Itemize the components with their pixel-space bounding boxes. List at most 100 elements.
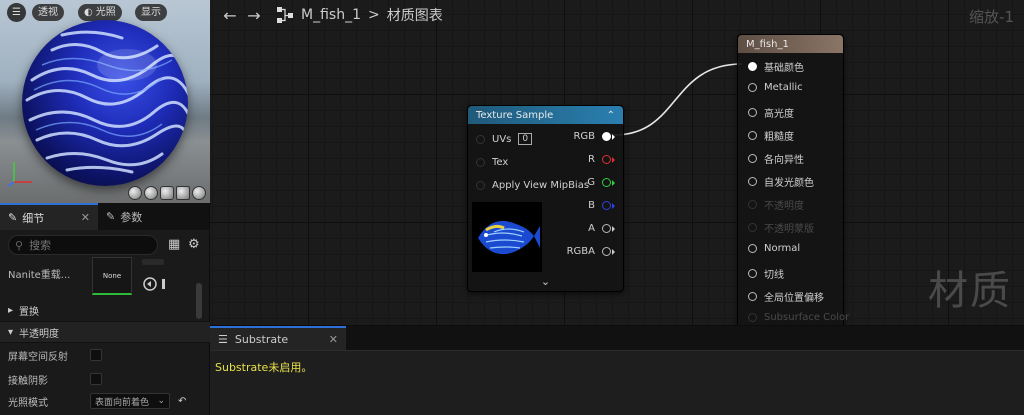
ssr-checkbox[interactable]	[90, 349, 102, 361]
subsurface-label: Subsurface Color	[764, 312, 850, 323]
a-output-row[interactable]: A	[588, 223, 615, 234]
wpo-pin[interactable]	[748, 292, 757, 301]
material-editor: ☰ 透视 ◐ 光照 显示 ✎ 细节 ✕ ✎ 参数 ⚲ 搜索 ▦ ⚙ Nanite…	[0, 0, 1024, 415]
tab-parameters[interactable]: ✎ 参数	[98, 203, 150, 230]
specular-pin-row[interactable]: 高光度	[748, 105, 794, 120]
rgba-output-row[interactable]: RGBA	[567, 246, 615, 257]
tab-parameters-label: 参数	[120, 210, 143, 224]
r-output-pin[interactable]	[602, 155, 611, 164]
lighting-mode-row: 光照模式 表面向前着色 ⌄ ↶	[0, 392, 205, 410]
wpo-label: 全局位置偏移	[764, 293, 824, 304]
lit-label: 光照	[95, 7, 116, 18]
metallic-pin[interactable]	[748, 83, 757, 92]
mipbias-pin-icon[interactable]	[476, 181, 485, 190]
sphere-pattern	[25, 30, 188, 174]
b-output-label: B	[588, 200, 595, 211]
material-result-node[interactable]: M_fish_1 基础颜色 Metallic 高光度 粗糙度 各向异性 自发光颜…	[737, 34, 849, 325]
nanite-override-value: None	[102, 271, 122, 280]
r-output-label: R	[588, 154, 595, 165]
base-color-pin[interactable]	[748, 62, 757, 71]
browse-icon[interactable]	[162, 279, 165, 289]
roughness-pin-row[interactable]: 粗糙度	[748, 128, 794, 143]
normal-pin-row[interactable]: Normal	[748, 243, 800, 254]
details-search[interactable]: ⚲	[8, 235, 158, 255]
material-graph[interactable]: ← → M_fish_1 > 材质图表 缩放-1 材质 Texture Samp…	[210, 0, 1024, 325]
texture-sample-header[interactable]: Texture Sample ⌃	[468, 106, 623, 124]
contact-shadow-checkbox[interactable]	[90, 373, 102, 385]
tex-pin-row[interactable]: Tex	[476, 157, 508, 168]
b-output-pin[interactable]	[602, 201, 611, 210]
table-view-icon[interactable]: ▦	[168, 237, 180, 252]
chevron-right-icon: ▸	[8, 304, 14, 316]
gear-icon[interactable]: ⚙	[188, 237, 200, 252]
tab-details-label: 细节	[22, 211, 45, 225]
base-color-pin-row[interactable]: 基础颜色	[748, 59, 804, 74]
texture-sample-node[interactable]: Texture Sample ⌃ UVs 0 Tex Apply View Mi…	[467, 105, 624, 292]
anisotropy-label: 各向异性	[764, 155, 804, 166]
teapot-icon[interactable]	[192, 186, 206, 200]
lighting-mode-select[interactable]: 表面向前着色 ⌄	[90, 393, 170, 409]
ssr-label: 屏幕空间反射	[8, 351, 68, 363]
list-icon: ☰	[218, 332, 228, 346]
a-output-pin[interactable]	[602, 224, 611, 233]
wpo-pin-row[interactable]: 全局位置偏移	[748, 289, 824, 304]
lit-icon: ◐	[84, 7, 93, 18]
tab-details[interactable]: ✎ 细节 ✕	[0, 203, 98, 230]
cube-icon[interactable]	[176, 186, 190, 200]
texture-sample-title: Texture Sample	[476, 109, 554, 121]
rgb-output-pin[interactable]	[602, 132, 611, 141]
uvs-pin-icon[interactable]	[476, 134, 485, 144]
plane-icon[interactable]	[160, 186, 174, 200]
reset-icon[interactable]: ↶	[178, 396, 186, 407]
uvs-value-field[interactable]: 0	[518, 133, 533, 145]
tangent-pin[interactable]	[748, 269, 757, 278]
close-icon[interactable]: ✕	[329, 333, 338, 346]
rgba-output-pin[interactable]	[602, 247, 611, 256]
nanite-override-thumbnail[interactable]: None	[92, 257, 132, 295]
specular-pin[interactable]	[748, 108, 757, 117]
nanite-override-label: Nanite重载...	[8, 269, 71, 281]
preview-viewport[interactable]: ☰ 透视 ◐ 光照 显示	[0, 0, 210, 203]
axis-gizmo	[7, 162, 32, 187]
material-result-header[interactable]: M_fish_1	[738, 35, 843, 53]
chevron-down-icon: ▾	[8, 326, 14, 338]
metallic-pin-row[interactable]: Metallic	[748, 82, 803, 93]
show-button[interactable]: 显示	[135, 4, 167, 21]
details-panel: ✎ 细节 ✕ ✎ 参数 ⚲ ▦ ⚙ Nanite重载... None	[0, 203, 210, 415]
details-scrollbar[interactable]	[196, 283, 202, 319]
g-output-pin[interactable]	[602, 178, 611, 187]
lit-button[interactable]: ◐ 光照	[78, 4, 122, 21]
normal-pin[interactable]	[748, 244, 757, 253]
section-translucency-label: 半透明度	[19, 328, 60, 340]
section-displacement[interactable]: ▸ 置换	[0, 299, 193, 321]
close-icon[interactable]: ✕	[81, 211, 90, 224]
tangent-pin-row[interactable]: 切线	[748, 266, 784, 281]
contact-shadow-row: 接触阴影	[0, 371, 193, 387]
cylinder-icon[interactable]	[128, 186, 142, 200]
emissive-pin[interactable]	[748, 177, 757, 186]
tex-pin-icon[interactable]	[476, 158, 485, 167]
substrate-message: Substrate未启用。	[215, 361, 313, 374]
sphere-icon[interactable]	[144, 186, 158, 200]
metallic-label: Metallic	[764, 82, 803, 93]
uvs-pin-row[interactable]: UVs 0	[476, 133, 533, 145]
perspective-button[interactable]: 透视	[32, 4, 64, 21]
emissive-pin-row[interactable]: 自发光颜色	[748, 174, 814, 189]
anisotropy-pin[interactable]	[748, 154, 757, 163]
rgb-output-row[interactable]: RGB	[573, 131, 615, 142]
g-output-row[interactable]: G	[587, 177, 615, 188]
section-translucency[interactable]: ▾ 半透明度	[0, 321, 210, 343]
g-output-label: G	[587, 177, 595, 188]
a-output-label: A	[588, 223, 595, 234]
dropdown-icon[interactable]	[142, 259, 164, 265]
perspective-label: 透视	[38, 7, 58, 18]
roughness-pin[interactable]	[748, 131, 757, 140]
mipbias-pin-row[interactable]: Apply View MipBias	[476, 180, 589, 191]
expand-chevron-icon[interactable]: ⌄	[468, 275, 623, 288]
anisotropy-pin-row[interactable]: 各向异性	[748, 151, 804, 166]
collapse-icon[interactable]: ⌃	[607, 110, 615, 121]
b-output-row[interactable]: B	[588, 200, 615, 211]
r-output-row[interactable]: R	[588, 154, 615, 165]
search-input[interactable]	[29, 238, 140, 252]
tab-substrate[interactable]: ☰ Substrate ✕	[210, 326, 346, 350]
